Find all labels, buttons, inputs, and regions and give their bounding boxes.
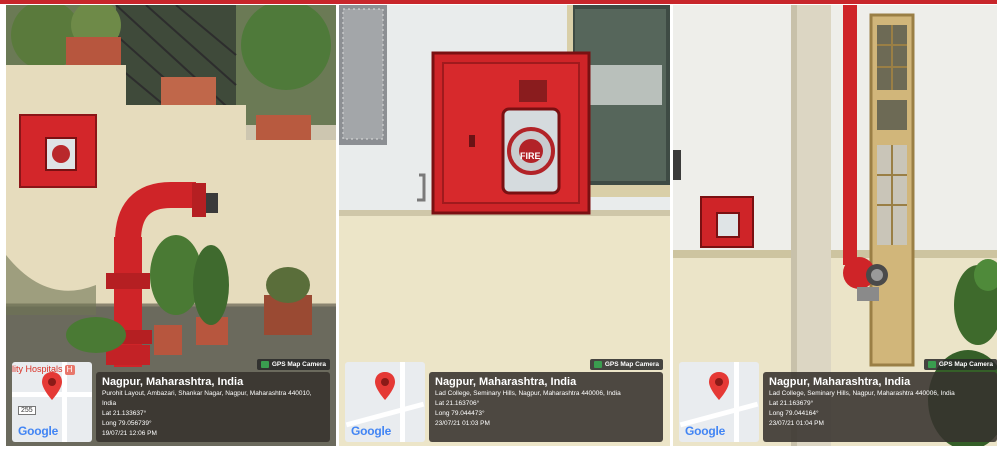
google-logo: Google (685, 424, 726, 438)
photo-panel-riser: GPS Map Camera Google Nagpur, Maharashtr… (673, 5, 997, 446)
gps-overlay: GPS Map Camera Google Nagpur, Maharashtr… (679, 356, 997, 442)
location-address-cont: India (102, 400, 117, 407)
photo-panel-hose-cabinet: FIRE GPS Map Camera Google Nagpur, Mahar… (339, 5, 670, 446)
map-road (734, 362, 739, 442)
cabinet-fire-text: FIRE (520, 151, 541, 161)
top-accent-bar (0, 0, 997, 4)
google-logo: Google (18, 424, 59, 438)
map-pin-icon (709, 372, 729, 400)
location-longitude: Long 79.044164° (769, 410, 819, 417)
hospital-icon: H (64, 365, 75, 375)
map-thumbnail[interactable]: lity Hospitals H 255 Google (12, 362, 92, 442)
location-datetime: 23/07/21 01:04 PM (769, 420, 824, 427)
road-badge: 255 (18, 406, 36, 415)
location-latitude: Lat 21.163706° (435, 400, 480, 407)
map-pin-icon (375, 372, 395, 400)
location-info-box: Nagpur, Maharashtra, India Lad College, … (763, 372, 997, 442)
location-city: Nagpur, Maharashtra, India (435, 376, 577, 388)
google-logo: Google (351, 424, 392, 438)
location-longitude: Long 79.044473° (435, 410, 485, 417)
gps-overlay: GPS Map Camera Google Nagpur, Maharashtr… (345, 356, 663, 442)
gps-camera-badge: GPS Map Camera (589, 358, 663, 370)
camera-icon (593, 360, 602, 368)
gps-camera-badge: GPS Map Camera (256, 358, 330, 370)
location-city: Nagpur, Maharashtra, India (102, 376, 244, 388)
map-pin-icon (42, 372, 62, 400)
location-city: Nagpur, Maharashtra, India (769, 376, 911, 388)
map-road (400, 362, 405, 442)
location-address: Lad College, Seminary Hills, Nagpur, Mah… (435, 390, 621, 397)
location-latitude: Lat 21.163679° (769, 400, 814, 407)
map-thumbnail[interactable]: Google (345, 362, 425, 442)
camera-icon (927, 360, 936, 368)
camera-icon (260, 360, 269, 368)
location-longitude: Long 79.056739° (102, 420, 152, 427)
location-datetime: 19/07/21 12:06 PM (102, 430, 157, 437)
location-latitude: Lat 21.133637° (102, 410, 147, 417)
gps-camera-badge: GPS Map Camera (923, 358, 997, 370)
location-address: Lad College, Seminary Hills, Nagpur, Mah… (769, 390, 955, 397)
photo-panel-hydrant: GPS Map Camera lity Hospitals H 255 Googl… (6, 5, 336, 446)
location-datetime: 23/07/21 01:03 PM (435, 420, 490, 427)
location-address: Purohit Layout, Ambazari, Shankar Nagar,… (102, 390, 312, 397)
location-info-box: Nagpur, Maharashtra, India Lad College, … (429, 372, 663, 442)
location-info-box: Nagpur, Maharashtra, India Purohit Layou… (96, 372, 330, 442)
map-thumbnail[interactable]: Google (679, 362, 759, 442)
gps-overlay: GPS Map Camera lity Hospitals H 255 Googl… (12, 356, 330, 442)
